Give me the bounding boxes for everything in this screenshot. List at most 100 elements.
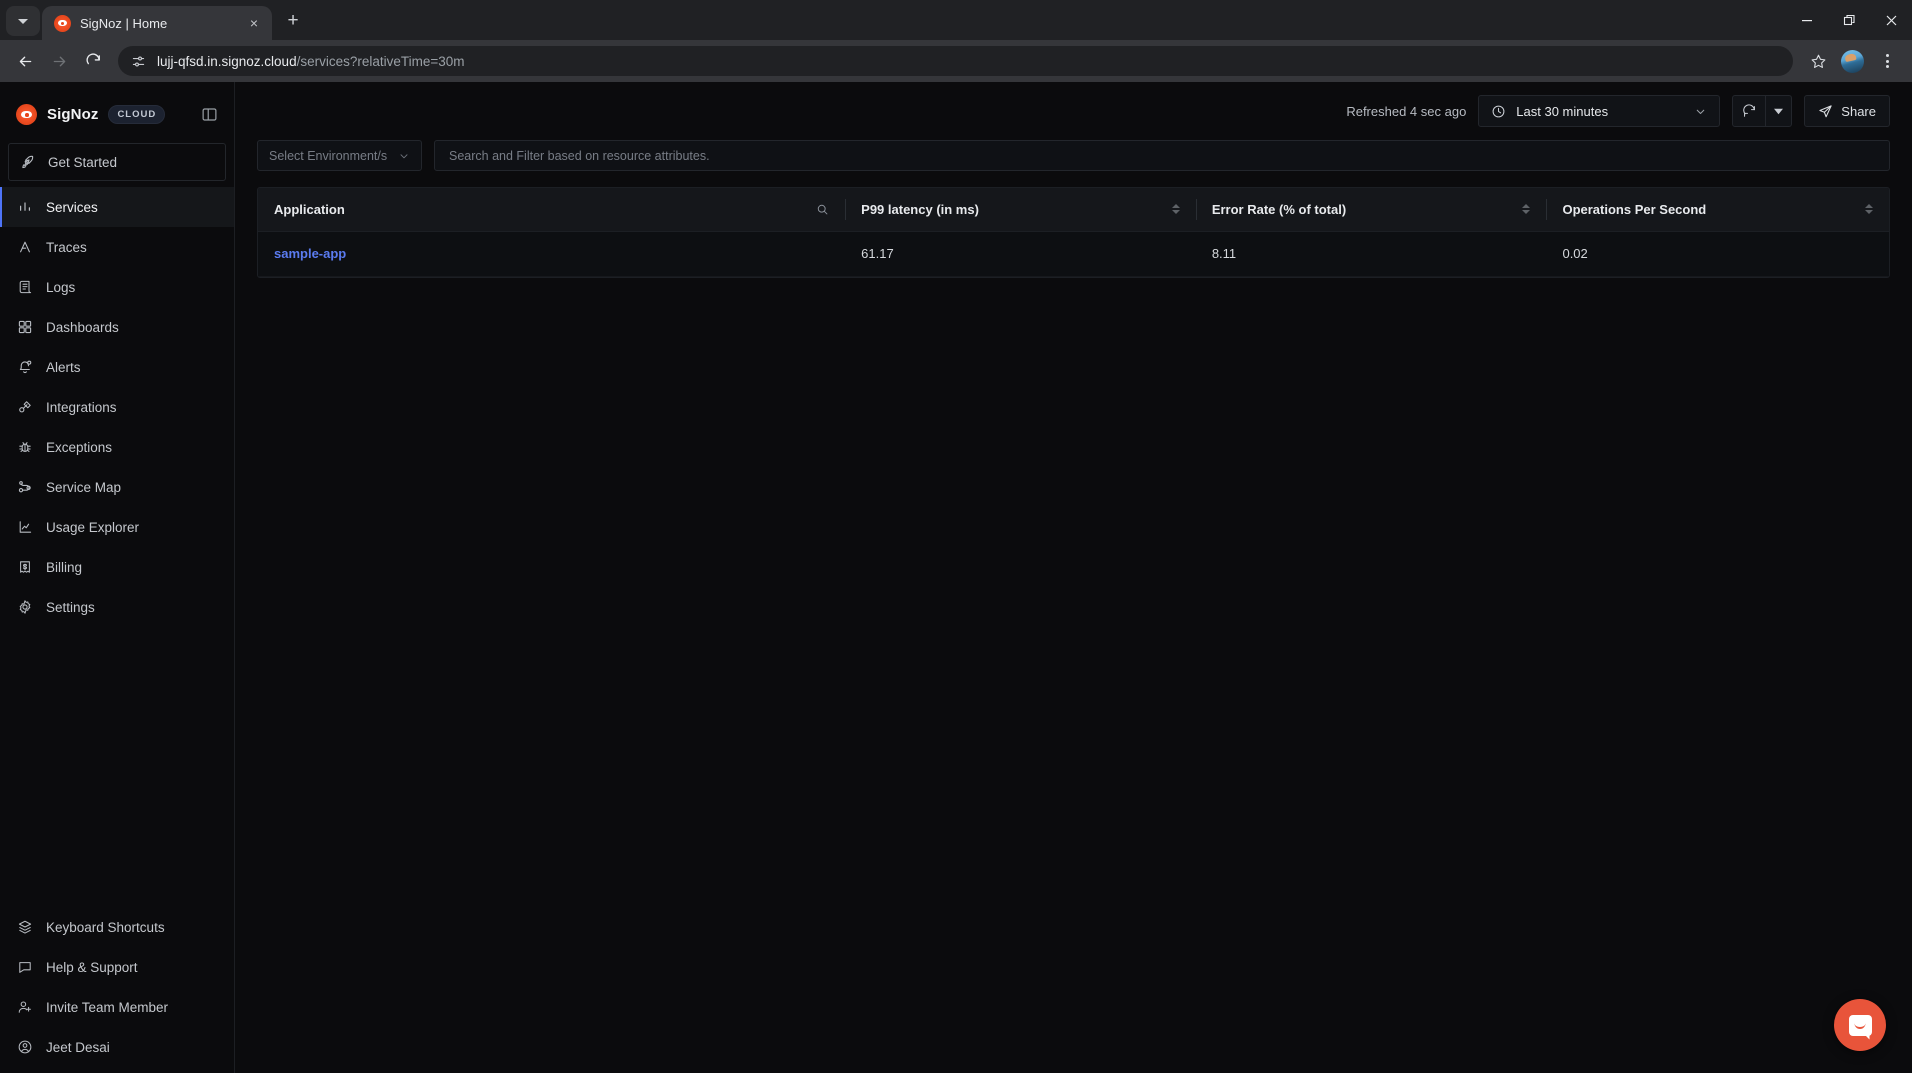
sidebar-item-label: Keyboard Shortcuts [46,919,165,935]
share-button[interactable]: Share [1804,95,1890,127]
sidebar-bottom-nav: Keyboard Shortcuts Help & Support Invite… [0,907,234,1073]
close-icon[interactable]: × [244,13,264,33]
sort-icon[interactable] [1171,204,1180,215]
signoz-app: SigNoz CLOUD Get Started Services Traces… [0,82,1912,1073]
environment-placeholder: Select Environment/s [269,148,388,163]
chevron-down-icon [18,18,28,24]
time-range-picker[interactable]: Last 30 minutes [1478,95,1721,127]
address-bar[interactable]: lujj-qfsd.in.signoz.cloud/services?relat… [118,46,1793,76]
bug-icon [16,439,33,456]
column-header-error-rate[interactable]: Error Rate (% of total) [1195,188,1547,232]
intercom-chat-icon[interactable] [1834,999,1886,1051]
panel-collapse-icon[interactable] [198,103,220,125]
sidebar-item-logs[interactable]: Logs [0,267,234,307]
sidebar-item-label: Traces [46,239,87,255]
usage-chart-icon [16,519,33,536]
search-placeholder: Search and Filter based on resource attr… [449,148,710,163]
column-header-operations-per-second[interactable]: Operations Per Second [1546,188,1889,232]
cell-p99-latency: 61.17 [845,231,1196,277]
close-window-icon[interactable] [1870,0,1912,40]
column-label: Application [274,201,345,217]
tab-search-button[interactable] [6,6,40,36]
sidebar-item-dashboards[interactable]: Dashboards [0,307,234,347]
toolbar-actions [1803,46,1902,76]
gear-icon [16,599,33,616]
refresh-interval-dropdown[interactable] [1765,96,1791,126]
url-path: /services?relativeTime=30m [296,53,465,69]
top-toolbar: Refreshed 4 sec ago Last 30 minutes Shar… [235,82,1912,140]
sidebar-item-billing[interactable]: Billing [0,547,234,587]
forward-button[interactable] [44,46,74,76]
logs-icon [16,279,33,296]
layers-icon [16,919,33,936]
service-link[interactable]: sample-app [274,246,346,261]
column-header-application[interactable]: Application [258,188,846,232]
search-filter-input[interactable]: Search and Filter based on resource attr… [434,140,1890,171]
refresh-icon[interactable] [1733,96,1765,126]
user-circle-icon [16,1039,33,1056]
profile-avatar[interactable] [1841,49,1864,73]
sidebar-item-get-started[interactable]: Get Started [8,143,226,181]
sidebar-item-invite-team-member[interactable]: Invite Team Member [0,987,234,1027]
sidebar-item-usage-explorer[interactable]: Usage Explorer [0,507,234,547]
tab-strip: SigNoz | Home × + [0,0,1912,40]
sidebar-item-keyboard-shortcuts[interactable]: Keyboard Shortcuts [0,907,234,947]
time-range-label: Last 30 minutes [1516,103,1609,119]
sidebar-item-help-support[interactable]: Help & Support [0,947,234,987]
column-label: Error Rate (% of total) [1211,201,1347,217]
url-host: lujj-qfsd.in.signoz.cloud [157,53,297,69]
sidebar-item-services[interactable]: Services [0,187,234,227]
sidebar-item-label: Invite Team Member [46,999,169,1015]
integrations-icon [16,399,33,416]
share-label: Share [1841,103,1876,119]
browser-tab[interactable]: SigNoz | Home × [42,6,272,40]
bar-chart-icon [16,199,33,216]
filter-bar: Select Environment/s Search and Filter b… [235,140,1912,171]
sidebar-item-service-map[interactable]: Service Map [0,467,234,507]
sort-icon[interactable] [1865,204,1873,215]
back-button[interactable] [10,46,40,76]
table-row[interactable]: sample-app 61.17 8.11 0.02 [258,231,1889,277]
sidebar-item-label: Service Map [46,479,122,495]
environment-select[interactable]: Select Environment/s [257,140,422,171]
grid-icon [16,319,33,336]
message-icon [16,959,33,976]
traces-icon [16,239,33,256]
user-plus-icon [16,999,33,1016]
sidebar-item-label: Jeet Desai [46,1039,110,1055]
service-map-icon [16,479,33,496]
sidebar-item-label: Get Started [48,154,118,170]
search-icon[interactable] [816,203,829,216]
column-header-p99-latency[interactable]: P99 latency (in ms) [845,188,1196,232]
sidebar-item-label: Integrations [46,399,117,415]
page-settings-icon[interactable] [130,53,147,70]
minimize-icon[interactable] [1786,0,1828,40]
three-dot-menu-icon[interactable] [1872,46,1902,76]
browser-window: SigNoz | Home × + lujj-qfsd.in.signoz.cl… [0,0,1912,1073]
reload-button[interactable] [78,46,108,76]
sidebar-item-label: Services [46,199,98,215]
sidebar-item-label: Alerts [46,359,81,375]
new-tab-button[interactable]: + [278,6,308,36]
column-label: P99 latency (in ms) [861,201,979,217]
sidebar-item-settings[interactable]: Settings [0,587,234,627]
receipt-icon [16,559,33,576]
sidebar-item-integrations[interactable]: Integrations [0,387,234,427]
column-label: Operations Per Second [1562,201,1707,217]
sidebar-item-label: Logs [46,279,76,295]
sidebar-item-label: Usage Explorer [46,519,140,535]
restore-icon[interactable] [1828,0,1870,40]
sidebar-item-exceptions[interactable]: Exceptions [0,427,234,467]
window-controls [1786,0,1912,40]
refresh-button-group [1732,95,1793,127]
sidebar-item-label: Help & Support [46,959,138,975]
sidebar-item-user-account[interactable]: Jeet Desai [0,1027,234,1067]
tab-title: SigNoz | Home [80,15,168,31]
sort-icon[interactable] [1522,204,1531,215]
star-icon[interactable] [1803,46,1833,76]
main-content: Refreshed 4 sec ago Last 30 minutes Shar… [235,82,1912,1073]
sidebar-item-traces[interactable]: Traces [0,227,234,267]
sidebar-item-label: Exceptions [46,439,113,455]
sidebar-item-label: Billing [46,559,83,575]
sidebar-item-alerts[interactable]: Alerts [0,347,234,387]
